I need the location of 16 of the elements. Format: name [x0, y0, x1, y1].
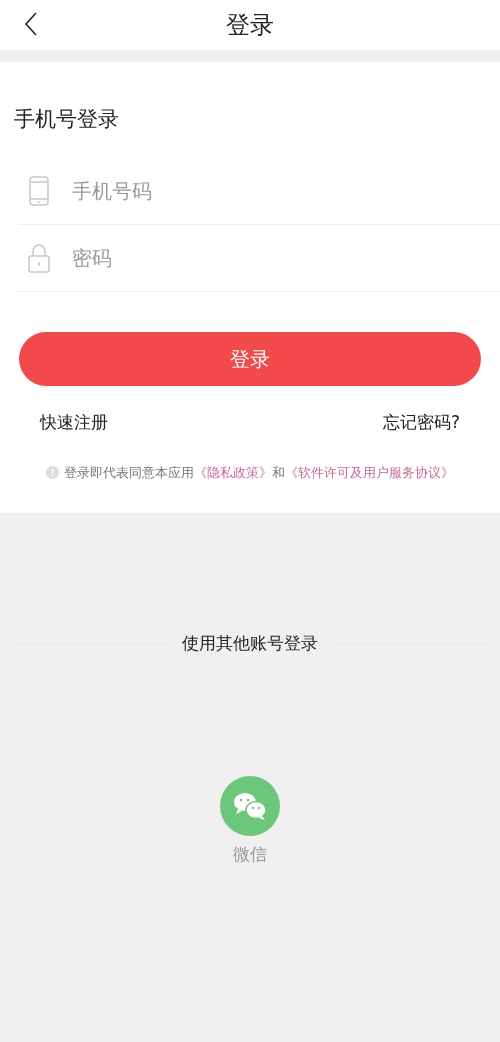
forgot-password-link[interactable]: 忘记密码? [382, 409, 460, 435]
service-agreement-link[interactable]: 《软件许可及用户服务协议》 [285, 465, 454, 480]
section-heading: 手机号登录 [14, 106, 120, 133]
lock-icon [28, 242, 50, 273]
login-option-label: 微信 [233, 843, 267, 866]
input-field[interactable]: 手机号码 [72, 170, 500, 211]
input-field[interactable]: 密码 [72, 237, 500, 278]
privacy-policy-link[interactable]: 《隐私政策》 [194, 465, 272, 480]
section-heading: 使用其他账号登录 [182, 631, 318, 655]
page-title: 登录 [226, 10, 274, 41]
back-icon[interactable] [24, 12, 38, 36]
register-link[interactable]: 快速注册 [40, 409, 108, 435]
phone-icon [29, 175, 49, 206]
login-button[interactable]: 登录 [19, 331, 481, 386]
info-icon [46, 466, 59, 480]
terms-notice: 登录即代表同意本应用《隐私政策》和《软件许可及用户服务协议》 [64, 464, 454, 482]
